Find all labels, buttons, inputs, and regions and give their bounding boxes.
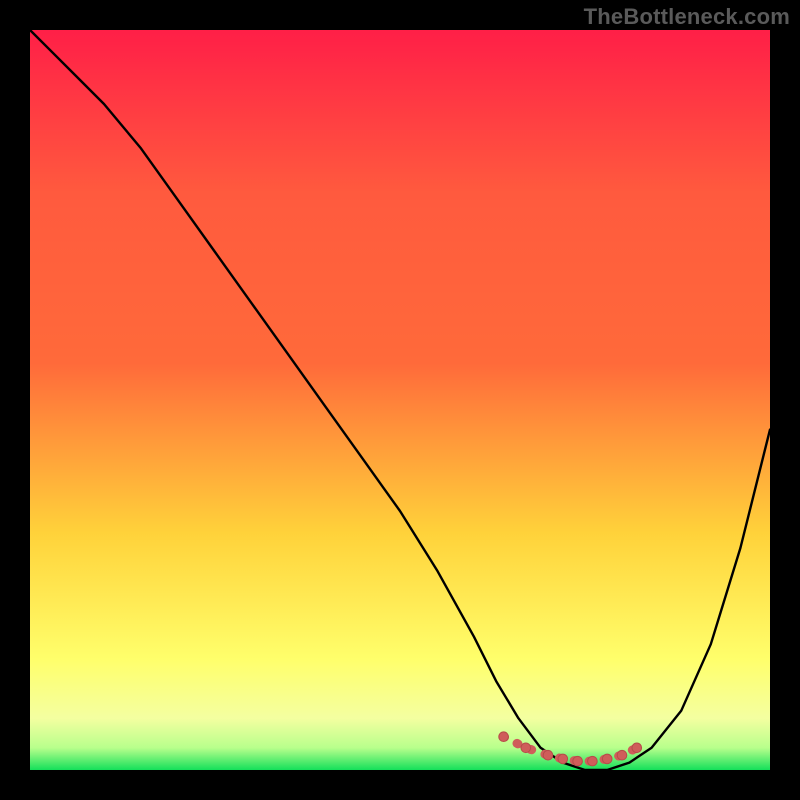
chart-frame: TheBottleneck.com <box>0 0 800 800</box>
marker-dot <box>543 750 553 760</box>
marker-dot <box>573 756 583 766</box>
marker-dot <box>617 750 627 760</box>
marker-dot <box>632 743 642 753</box>
marker-dot <box>588 756 598 766</box>
marker-dot <box>499 732 509 742</box>
marker-dot <box>521 743 531 753</box>
watermark-text: TheBottleneck.com <box>584 4 790 30</box>
gradient-background <box>30 30 770 770</box>
marker-dot <box>558 754 568 764</box>
plot-area <box>30 30 770 770</box>
bottleneck-chart <box>30 30 770 770</box>
marker-dot <box>602 754 612 764</box>
